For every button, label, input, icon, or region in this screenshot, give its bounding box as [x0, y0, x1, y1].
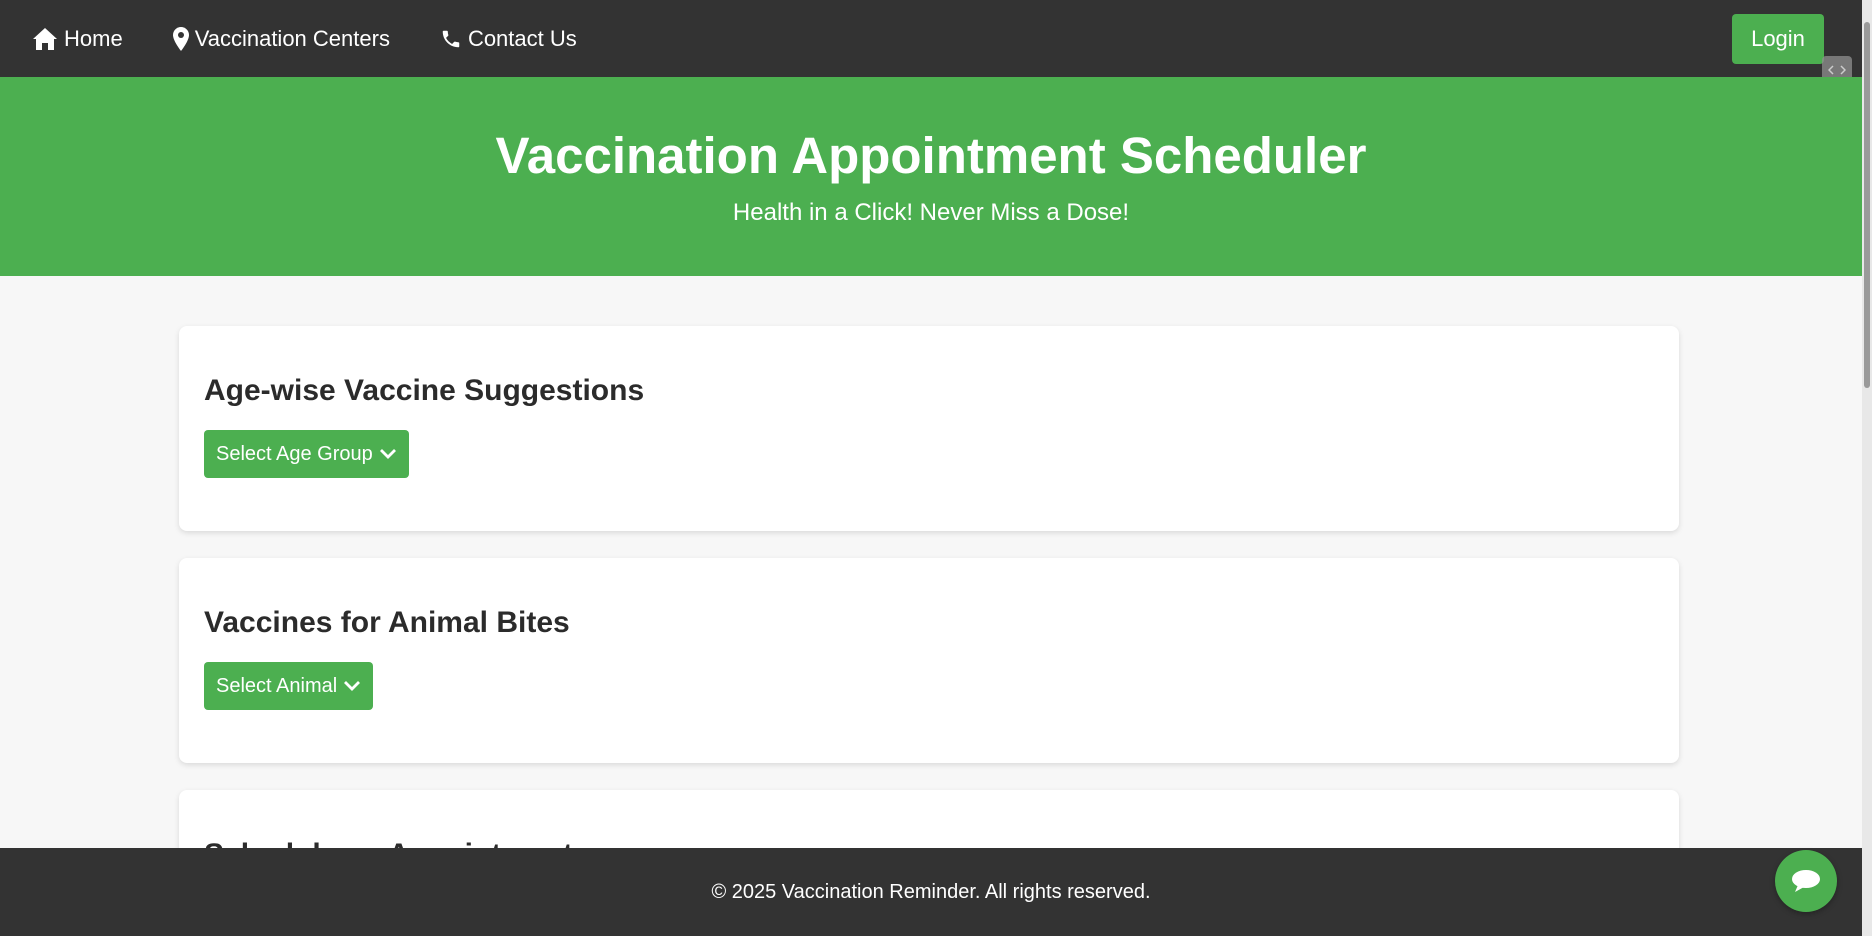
age-suggestions-card: Age-wise Vaccine Suggestions Select Age …: [179, 326, 1679, 531]
select-age-group-label: Select Age Group: [216, 442, 373, 465]
login-button[interactable]: Login: [1732, 14, 1824, 64]
phone-icon: [442, 30, 460, 47]
top-navbar: Home Vaccination Centers Contact Us Logi…: [0, 0, 1862, 77]
footer-copyright: © 2025 Vaccination Reminder. All rights …: [711, 880, 1151, 903]
select-animal-dropdown[interactable]: Select Animal: [204, 662, 374, 710]
chevron-down-icon: [379, 449, 396, 459]
chat-bubble-icon: [1792, 870, 1820, 892]
page-tagline: Health in a Click! Never Miss a Dose!: [732, 199, 1130, 226]
map-marker-icon: [172, 26, 189, 51]
nav-centers-link[interactable]: Vaccination Centers: [172, 25, 390, 52]
chevron-down-icon: [344, 681, 361, 691]
nav-contact-label: Contact Us: [467, 25, 577, 51]
animal-bites-card: Vaccines for Animal Bites Select Animal: [179, 558, 1679, 763]
page-footer: © 2025 Vaccination Reminder. All rights …: [0, 848, 1862, 936]
code-icon: [1828, 65, 1846, 75]
page-title: Vaccination Appointment Scheduler: [495, 127, 1367, 184]
page-scrollbar[interactable]: [1862, 0, 1872, 936]
scrollbar-thumb[interactable]: [1864, 22, 1870, 388]
nav-contact-link[interactable]: Contact Us: [440, 26, 577, 52]
hero-banner: Vaccination Appointment Scheduler Health…: [0, 77, 1862, 276]
nav-home-label: Home: [64, 25, 123, 51]
nav-home-link[interactable]: Home: [32, 26, 123, 52]
chat-button[interactable]: [1775, 850, 1837, 912]
nav-centers-label: Vaccination Centers: [194, 25, 390, 51]
home-icon: [33, 27, 57, 50]
select-age-group-dropdown[interactable]: Select Age Group: [204, 430, 409, 478]
select-animal-label: Select Animal: [216, 674, 338, 697]
animal-section-title: Vaccines for Animal Bites: [204, 606, 570, 639]
age-section-title: Age-wise Vaccine Suggestions: [204, 374, 645, 407]
